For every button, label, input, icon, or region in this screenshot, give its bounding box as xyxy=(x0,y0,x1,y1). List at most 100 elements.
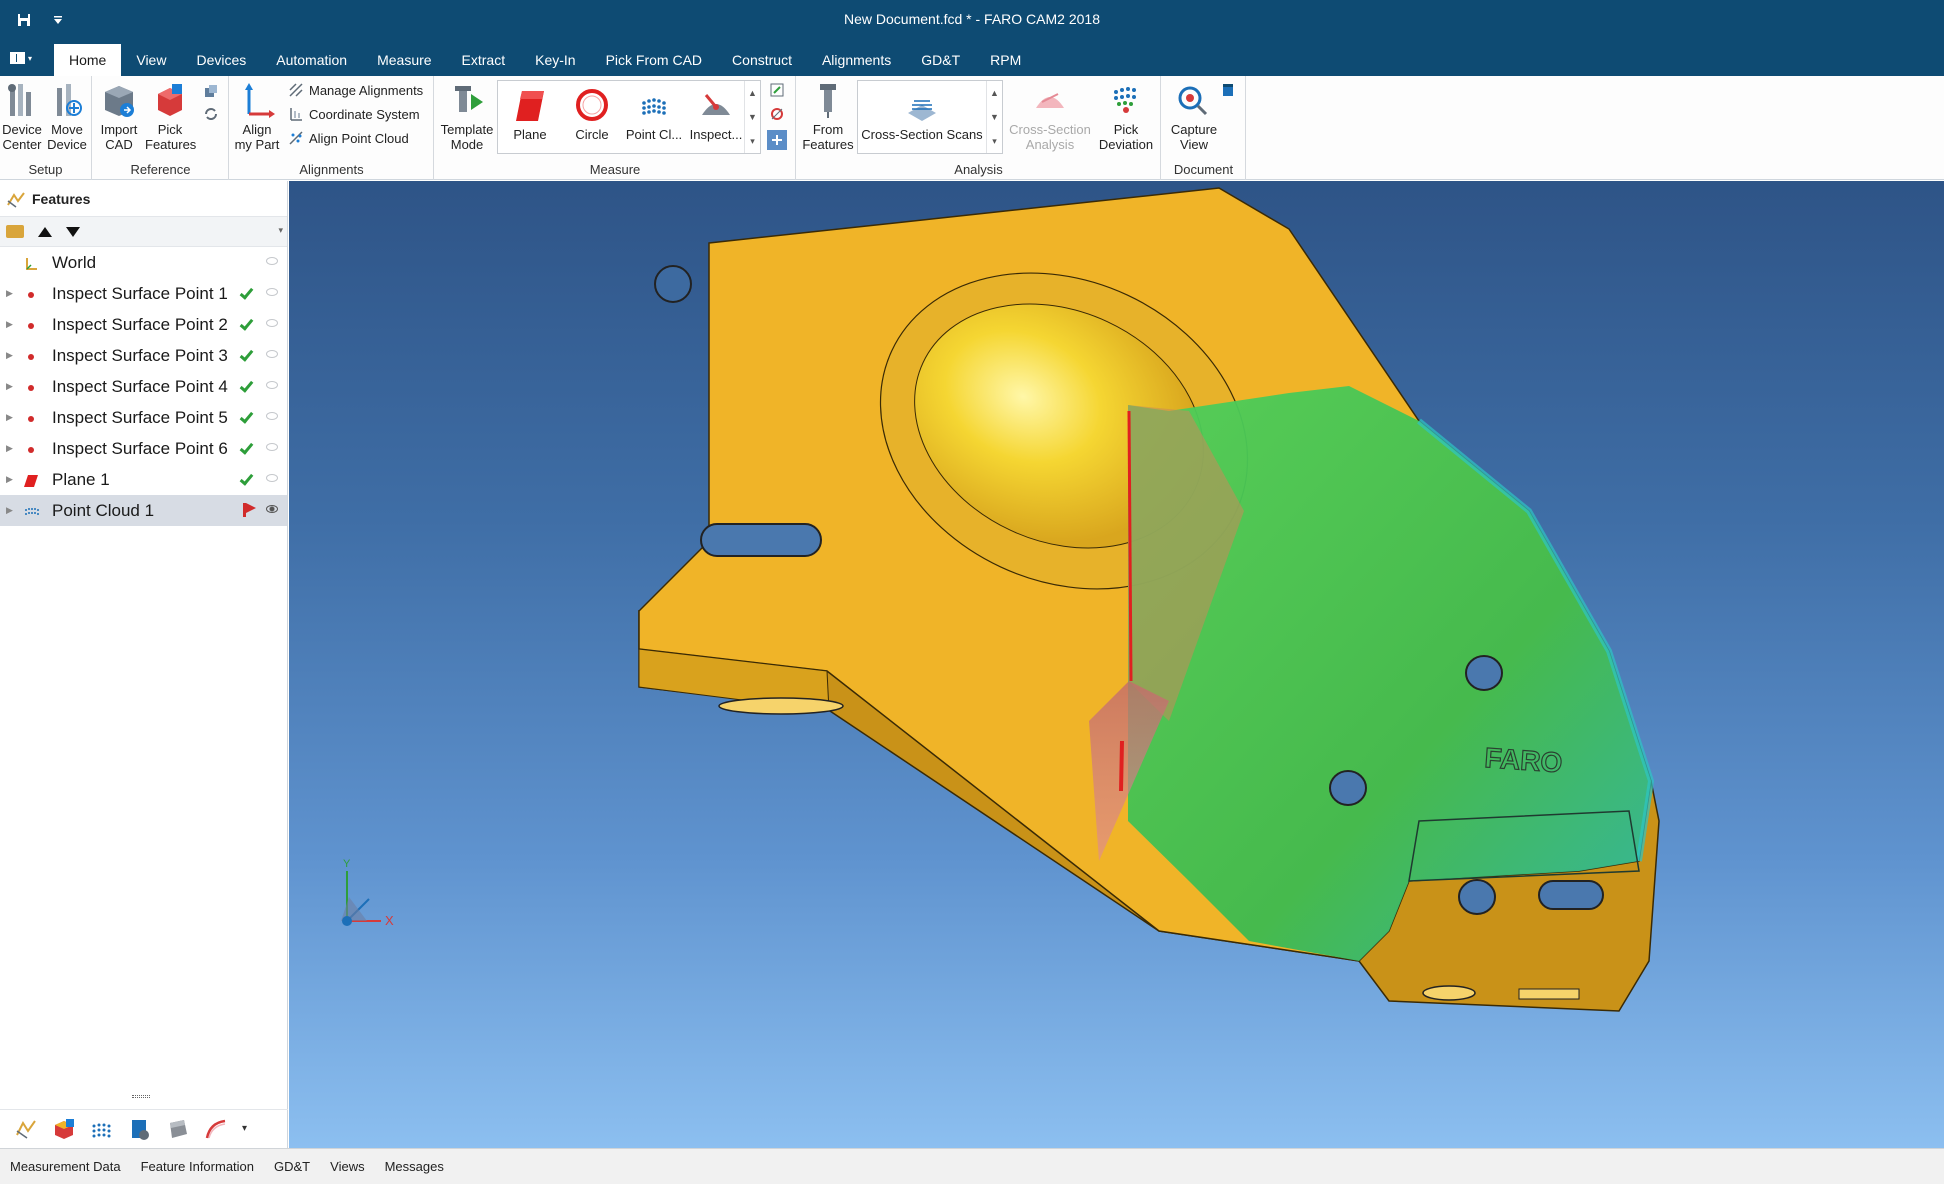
tab-gdt[interactable]: GD&T xyxy=(906,44,975,76)
analysis-gallery-up-icon[interactable]: ▲ xyxy=(987,81,1002,105)
tree-item-plane-1[interactable]: ▶ Plane 1 xyxy=(0,464,287,495)
reference-small-tool-2[interactable] xyxy=(203,106,219,122)
visibility-eye-icon[interactable] xyxy=(266,505,278,513)
tab-rpm[interactable]: RPM xyxy=(975,44,1036,76)
cross-section-scans-label: Cross-Section Scans xyxy=(861,127,983,142)
point-icon xyxy=(24,442,38,456)
plane-button[interactable]: Plane xyxy=(502,85,558,142)
tab-pick-from-cad[interactable]: Pick From CAD xyxy=(591,44,717,76)
device-center-button[interactable]: Device Center xyxy=(2,80,42,152)
tab-devices[interactable]: Devices xyxy=(181,44,261,76)
plane-icon xyxy=(24,473,38,487)
expand-arrow-icon[interactable]: ▶ xyxy=(6,288,16,299)
expand-arrow-icon[interactable]: ▶ xyxy=(6,319,16,330)
measure-small-tool-3[interactable] xyxy=(767,130,787,150)
tab-automation[interactable]: Automation xyxy=(261,44,362,76)
device-view-icon[interactable] xyxy=(128,1117,152,1141)
tab-measurement-data[interactable]: Measurement Data xyxy=(0,1149,131,1185)
3d-viewport[interactable]: FARO X Y xyxy=(289,181,1944,1148)
cross-section-scans-button[interactable]: Cross-Section Scans xyxy=(860,85,984,142)
surface-view-icon[interactable] xyxy=(166,1117,190,1141)
panel-splitter-grip[interactable] xyxy=(132,1095,150,1098)
move-down-icon[interactable] xyxy=(66,226,80,237)
tree-item-inspect-surface-point-5[interactable]: ▶ Inspect Surface Point 5 xyxy=(0,402,287,433)
import-cad-button[interactable]: Import CAD xyxy=(97,80,141,152)
analysis-gallery-more-icon[interactable]: ▾ xyxy=(987,129,1002,153)
features-panel-toolbar: ▾ xyxy=(0,217,287,247)
visibility-eye-icon[interactable] xyxy=(266,350,278,358)
tab-alignments[interactable]: Alignments xyxy=(807,44,906,76)
cad-view-icon[interactable] xyxy=(52,1117,76,1141)
point-cloud-view-icon[interactable] xyxy=(90,1117,114,1141)
pick-deviation-button[interactable]: Pick Deviation xyxy=(1095,80,1157,152)
tab-gdt-panel[interactable]: GD&T xyxy=(264,1149,320,1185)
tab-view[interactable]: View xyxy=(121,44,181,76)
expand-arrow-icon[interactable]: ▶ xyxy=(6,443,16,454)
capture-view-button[interactable]: Capture View xyxy=(1166,80,1222,152)
status-ok-icon xyxy=(239,470,258,488)
measure-small-tool-1[interactable] xyxy=(769,82,785,98)
visibility-eye-icon[interactable] xyxy=(266,319,278,327)
reference-small-tool-1[interactable] xyxy=(203,84,219,100)
align-point-cloud-button[interactable]: Align Point Cloud xyxy=(288,130,409,146)
features-view-icon[interactable] xyxy=(14,1117,38,1141)
visibility-eye-icon[interactable] xyxy=(266,443,278,451)
visibility-eye-icon[interactable] xyxy=(266,381,278,389)
tab-extract[interactable]: Extract xyxy=(447,44,521,76)
expand-arrow-icon[interactable]: ▶ xyxy=(6,505,16,516)
tree-item-inspect-surface-point-2[interactable]: ▶ Inspect Surface Point 2 xyxy=(0,309,287,340)
cross-section-analysis-button[interactable]: Cross-Section Analysis xyxy=(1009,80,1091,152)
tab-messages[interactable]: Messages xyxy=(375,1149,454,1185)
pick-deviation-label: Pick Deviation xyxy=(1098,122,1154,152)
gallery-down-icon[interactable]: ▼ xyxy=(745,105,760,129)
inspect-button[interactable]: Inspect... xyxy=(688,85,744,142)
tree-item-inspect-surface-point-1[interactable]: ▶ Inspect Surface Point 1 xyxy=(0,278,287,309)
tab-views[interactable]: Views xyxy=(320,1149,374,1185)
status-ok-icon xyxy=(239,439,258,457)
visibility-eye-icon[interactable] xyxy=(266,412,278,420)
tree-item-inspect-surface-point-4[interactable]: ▶ Inspect Surface Point 4 xyxy=(0,371,287,402)
tab-measure[interactable]: Measure xyxy=(362,44,446,76)
visibility-eye-icon[interactable] xyxy=(266,288,278,296)
align-my-part-button[interactable]: Align my Part xyxy=(234,80,280,152)
tree-item-world[interactable]: World xyxy=(0,247,287,278)
folder-icon[interactable] xyxy=(6,225,24,238)
expand-arrow-icon[interactable]: ▶ xyxy=(6,350,16,361)
move-up-icon[interactable] xyxy=(38,226,52,237)
pick-features-button[interactable]: Pick Features xyxy=(145,80,196,152)
expand-arrow-icon[interactable]: ▶ xyxy=(6,412,16,423)
analysis-gallery-down-icon[interactable]: ▼ xyxy=(987,105,1002,129)
panel-options-icon[interactable]: ▾ xyxy=(278,225,283,236)
file-menu-button[interactable]: ▾ xyxy=(10,48,42,68)
coordinate-system-button[interactable]: Coordinate System xyxy=(288,106,420,122)
expand-arrow-icon[interactable]: ▶ xyxy=(6,474,16,485)
axis-y-label: Y xyxy=(343,858,351,870)
curve-view-icon[interactable] xyxy=(204,1117,228,1141)
measure-small-tool-2[interactable] xyxy=(769,106,785,122)
manage-alignments-button[interactable]: Manage Alignments xyxy=(288,82,423,98)
from-features-button[interactable]: From Features xyxy=(801,80,855,152)
tab-home[interactable]: Home xyxy=(54,44,122,76)
expand-arrow-icon[interactable]: ▶ xyxy=(6,381,16,392)
gallery-scroll[interactable]: ▲ ▼ ▾ xyxy=(744,81,760,153)
tab-feature-information[interactable]: Feature Information xyxy=(131,1149,264,1185)
document-icon xyxy=(1220,82,1236,98)
tree-item-inspect-surface-point-6[interactable]: ▶ Inspect Surface Point 6 xyxy=(0,433,287,464)
document-small-tool[interactable] xyxy=(1220,82,1236,98)
move-device-button[interactable]: Move Device xyxy=(46,80,88,152)
visibility-eye-icon[interactable] xyxy=(266,474,278,482)
gallery-up-icon[interactable]: ▲ xyxy=(745,81,760,105)
more-views-icon[interactable]: ▾ xyxy=(242,1117,254,1141)
analysis-gallery-scroll[interactable]: ▲ ▼ ▾ xyxy=(986,81,1002,153)
gallery-more-icon[interactable]: ▾ xyxy=(745,129,760,153)
pick-deviation-icon xyxy=(1108,80,1144,120)
circle-button[interactable]: Circle xyxy=(564,85,620,142)
tree-item-label: Point Cloud 1 xyxy=(52,500,155,520)
tree-item-inspect-surface-point-3[interactable]: ▶ Inspect Surface Point 3 xyxy=(0,340,287,371)
visibility-eye-icon[interactable] xyxy=(266,257,278,265)
tree-item-point-cloud-1[interactable]: ▶ Point Cloud 1 xyxy=(0,495,287,526)
tab-key-in[interactable]: Key-In xyxy=(520,44,590,76)
template-mode-button[interactable]: Template Mode xyxy=(439,80,495,152)
point-cloud-button[interactable]: Point Cl... xyxy=(624,85,684,142)
tab-construct[interactable]: Construct xyxy=(717,44,807,76)
